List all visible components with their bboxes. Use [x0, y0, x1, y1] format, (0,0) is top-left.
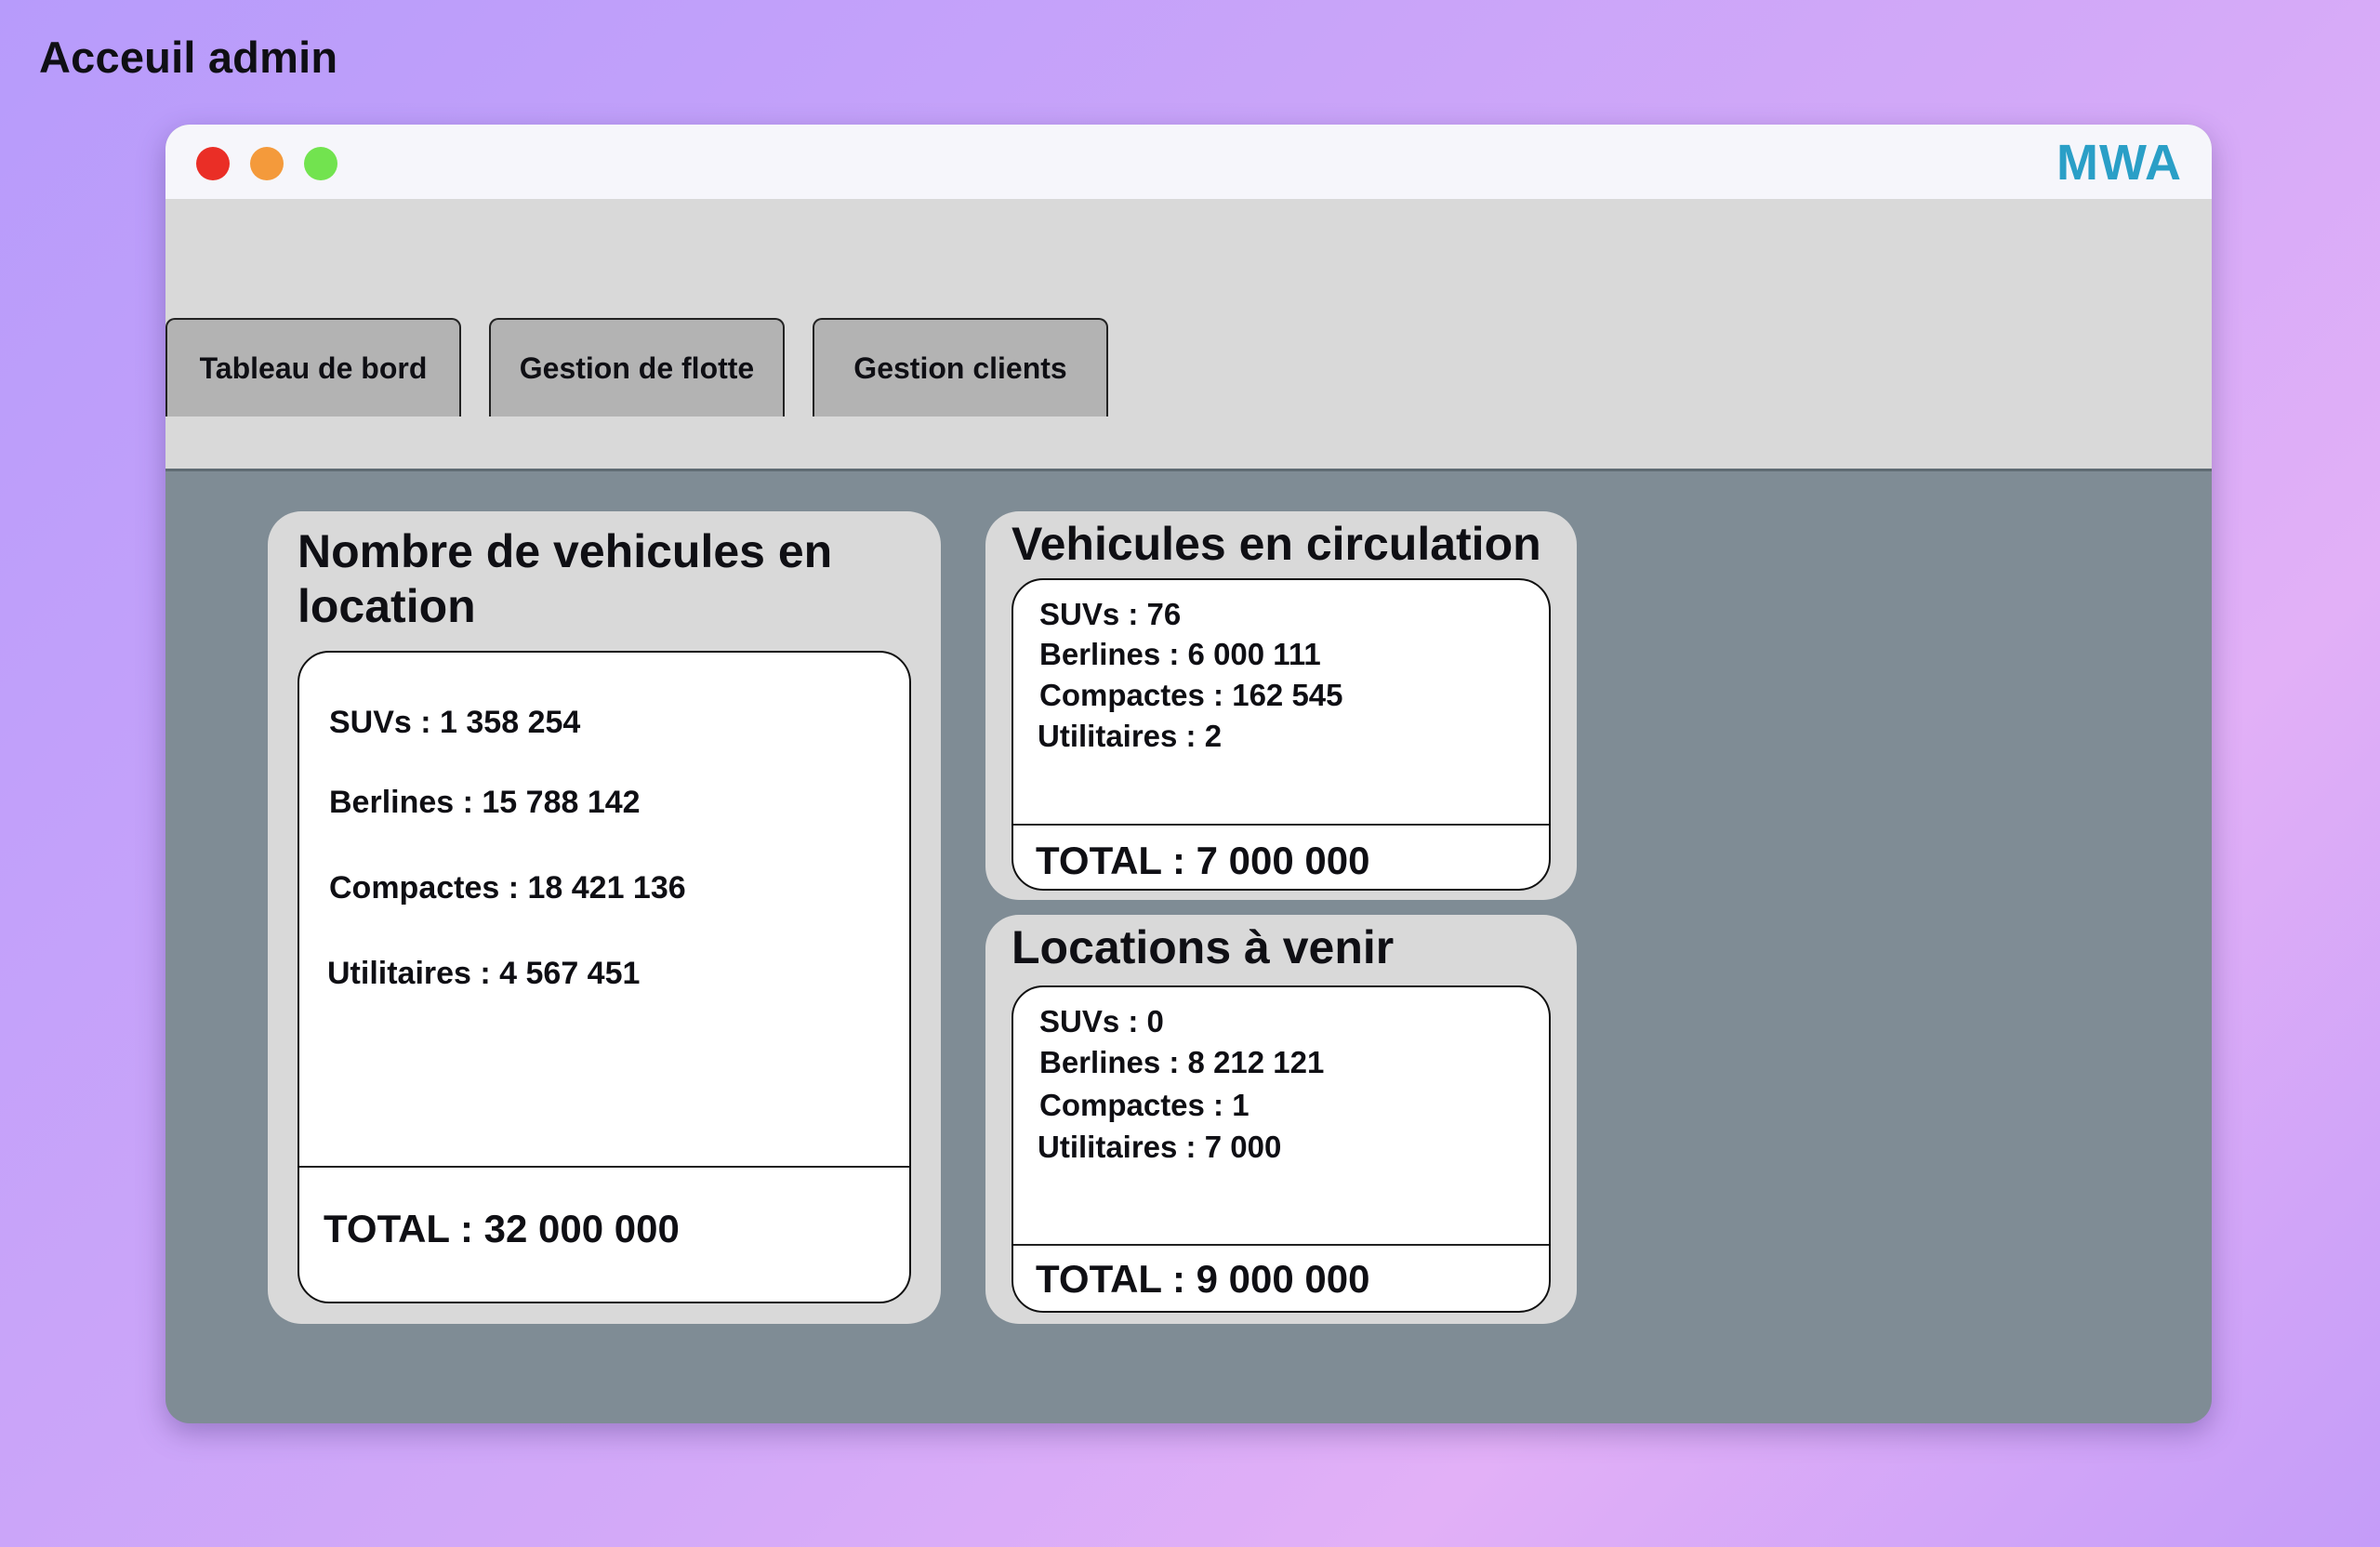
stat-suvs: SUVs : 76: [1039, 597, 1182, 631]
divider: [1013, 824, 1549, 826]
dashboard-content: Nombre de vehicules en location SUVs : 1…: [165, 469, 2212, 1423]
minimize-window-button[interactable]: [250, 147, 284, 180]
tab-tableau-de-bord[interactable]: Tableau de bord: [165, 318, 461, 416]
stat-total: TOTAL : 7 000 000: [1036, 839, 1370, 882]
stat-compactes: Compactes : 18 421 136: [329, 870, 686, 906]
card-title: Vehicules en circulation: [1012, 518, 1541, 570]
stats-panel: SUVs : 1 358 254 Berlines : 15 788 142 C…: [298, 651, 911, 1303]
brand-logo: MWA: [2056, 135, 2182, 191]
close-window-button[interactable]: [196, 147, 230, 180]
divider: [299, 1166, 909, 1168]
stat-suvs: SUVs : 0: [1039, 1004, 1164, 1038]
card-upcoming-rentals: Locations à venir SUVs : 0 Berlines : 8 …: [985, 915, 1577, 1324]
tab-bar: Tableau de bord Gestion de flotte Gestio…: [165, 199, 2212, 471]
stats-panel: SUVs : 0 Berlines : 8 212 121 Compactes …: [1012, 985, 1551, 1313]
maximize-window-button[interactable]: [304, 147, 337, 180]
stat-utilitaires: Utilitaires : 4 567 451: [327, 956, 641, 991]
card-title: Locations à venir: [1012, 921, 1395, 973]
divider: [1013, 1244, 1549, 1246]
window-titlebar: MWA: [165, 125, 2212, 199]
stats-panel: SUVs : 76 Berlines : 6 000 111 Compactes…: [1012, 578, 1551, 891]
stat-utilitaires: Utilitaires : 2: [1038, 719, 1223, 753]
stat-total: TOTAL : 9 000 000: [1036, 1257, 1370, 1301]
card-vehicles-in-rental: Nombre de vehicules en location SUVs : 1…: [268, 511, 941, 1324]
stat-berlines: Berlines : 8 212 121: [1039, 1045, 1325, 1079]
page-title: Acceuil admin: [39, 33, 338, 82]
stat-compactes: Compactes : 1: [1039, 1088, 1250, 1122]
stat-utilitaires: Utilitaires : 7 000: [1038, 1130, 1282, 1164]
stat-total: TOTAL : 32 000 000: [324, 1207, 680, 1250]
stat-suvs: SUVs : 1 358 254: [329, 705, 581, 740]
tab-gestion-clients[interactable]: Gestion clients: [813, 318, 1108, 416]
stat-berlines: Berlines : 6 000 111: [1039, 637, 1321, 671]
card-title: Nombre de vehicules en location: [298, 525, 833, 632]
app-window: MWA Tableau de bord Gestion de flotte Ge…: [165, 125, 2212, 1423]
card-vehicles-in-circulation: Vehicules en circulation SUVs : 76 Berli…: [985, 511, 1577, 900]
tab-gestion-de-flotte[interactable]: Gestion de flotte: [489, 318, 785, 416]
stat-berlines: Berlines : 15 788 142: [329, 785, 641, 820]
stat-compactes: Compactes : 162 545: [1039, 678, 1343, 712]
